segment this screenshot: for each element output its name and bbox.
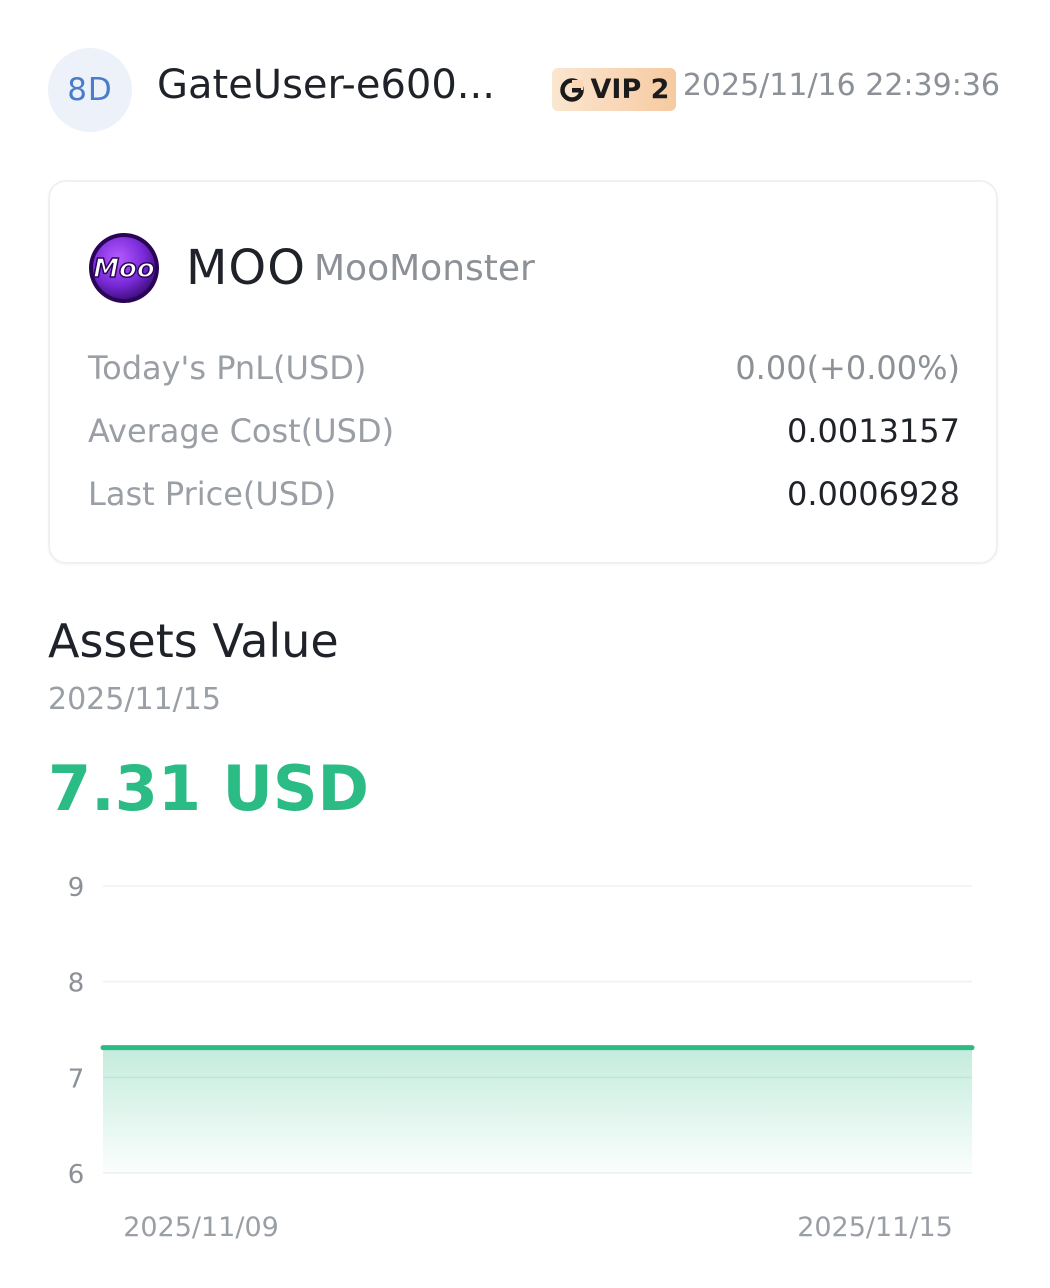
stat-label: Last Price(USD): [88, 475, 337, 513]
stat-row-average-cost: Average Cost(USD) 0.0013157: [88, 411, 960, 451]
stat-row-pnl: Today's PnL(USD) 0.00(+0.00%): [88, 348, 960, 388]
stat-label: Today's PnL(USD): [88, 349, 367, 387]
x-tick-label: 2025/11/09: [123, 1212, 279, 1243]
username: GateUser-e600...: [157, 62, 495, 108]
holding-card: Moo MOO MooMonster Today's PnL(USD) 0.00…: [48, 180, 998, 564]
series-area: [103, 1047, 972, 1173]
stat-row-last-price: Last Price(USD) 0.0006928: [88, 474, 960, 514]
stat-value: 0.0013157: [786, 412, 960, 450]
stat-value: 0.00(+0.00%): [735, 349, 960, 387]
assets-title: Assets Value: [48, 614, 339, 668]
assets-value-chart[interactable]: 9 8 7 6 2025/11/09 2025/11/15: [0, 860, 1050, 1260]
y-tick-label: 8: [68, 969, 85, 999]
x-tick-label: 2025/11/15: [797, 1212, 953, 1243]
coin-name: MooMonster: [314, 248, 535, 289]
vip-icon: [559, 77, 584, 102]
assets-date: 2025/11/15: [48, 682, 221, 717]
timestamp: 2025/11/16 22:39:36: [682, 68, 1000, 103]
user-avatar[interactable]: 8D: [48, 48, 132, 132]
y-tick-label: 6: [68, 1160, 85, 1190]
y-tick-label: 9: [68, 873, 85, 903]
vip-badge: VIP 2: [552, 68, 676, 111]
coin-symbol: MOO: [186, 240, 306, 296]
stat-label: Average Cost(USD): [88, 412, 395, 450]
vip-label: VIP 2: [590, 74, 670, 105]
assets-total-value: 7.31 USD: [48, 752, 370, 825]
stat-value: 0.0006928: [786, 475, 960, 513]
y-tick-label: 7: [68, 1064, 85, 1094]
moo-coin-logo-icon: Moo: [89, 233, 159, 303]
svg-text:Moo: Moo: [93, 254, 155, 284]
avatar-initials: 8D: [67, 72, 113, 108]
